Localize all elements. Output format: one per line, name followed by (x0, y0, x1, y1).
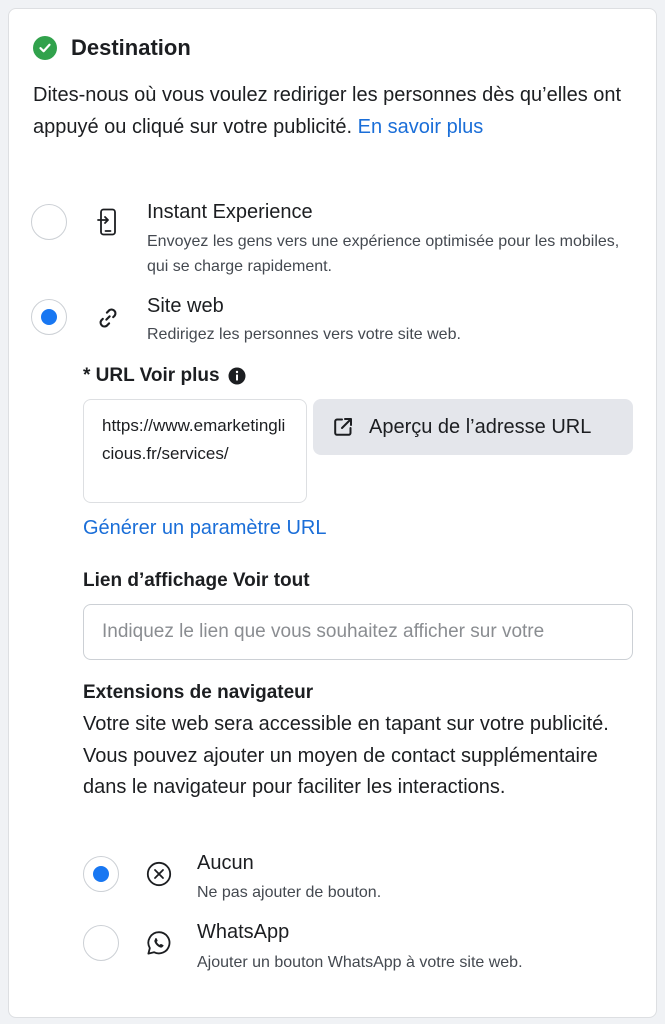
radio-extension-none[interactable] (83, 856, 119, 892)
option-title-instant-experience: Instant Experience (147, 201, 313, 223)
section-description: Dites-nous où vous voulez rediriger les … (33, 79, 623, 143)
radio-selected-dot (41, 309, 57, 325)
extension-subtitle-none: Ne pas ajouter de bouton. (197, 884, 382, 901)
url-field-label: * URL Voir plus (83, 365, 220, 386)
display-link-input[interactable] (83, 604, 633, 660)
external-link-icon (331, 415, 355, 439)
display-link-label: Lien d’affichage Voir tout (83, 570, 310, 591)
url-input[interactable]: https://www.emarketinglicious.fr/service… (83, 399, 307, 503)
whatsapp-icon (144, 928, 174, 958)
extension-subtitle-whatsapp: Ajouter un bouton WhatsApp à votre site … (197, 954, 523, 971)
url-field-label-row: * URL Voir plus (83, 365, 246, 387)
radio-selected-dot (93, 866, 109, 882)
link-icon (93, 303, 123, 333)
browser-extensions-heading: Extensions de navigateur (83, 682, 314, 703)
radio-site-web[interactable] (31, 299, 67, 335)
radio-extension-whatsapp[interactable] (83, 925, 119, 961)
url-preview-button-label: Aperçu de l’adresse URL (369, 415, 592, 438)
info-icon[interactable] (228, 367, 246, 385)
description-text: Dites-nous où vous voulez rediriger les … (33, 84, 622, 138)
learn-more-link[interactable]: En savoir plus (358, 116, 484, 138)
circle-x-icon (144, 859, 174, 889)
mobile-screen-icon (93, 207, 123, 237)
url-preview-button[interactable]: Aperçu de l’adresse URL (313, 399, 633, 455)
section-title: Destination (71, 35, 191, 60)
radio-instant-experience[interactable] (31, 204, 67, 240)
generate-url-parameter-link[interactable]: Générer un paramètre URL (83, 517, 326, 540)
check-circle-icon (33, 36, 57, 60)
browser-extensions-description: Votre site web sera accessible en tapant… (83, 713, 609, 798)
destination-card: Destination Dites-nous où vous voulez re… (8, 8, 657, 1018)
option-title-site-web: Site web (147, 295, 224, 317)
extension-title-none: Aucun (197, 852, 254, 874)
extension-title-whatsapp: WhatsApp (197, 921, 290, 943)
section-header: Destination (33, 35, 191, 61)
option-subtitle-site-web: Redirigez les personnes vers votre site … (147, 326, 461, 343)
option-subtitle-instant-experience: Envoyez les gens vers une expérience opt… (147, 233, 620, 275)
